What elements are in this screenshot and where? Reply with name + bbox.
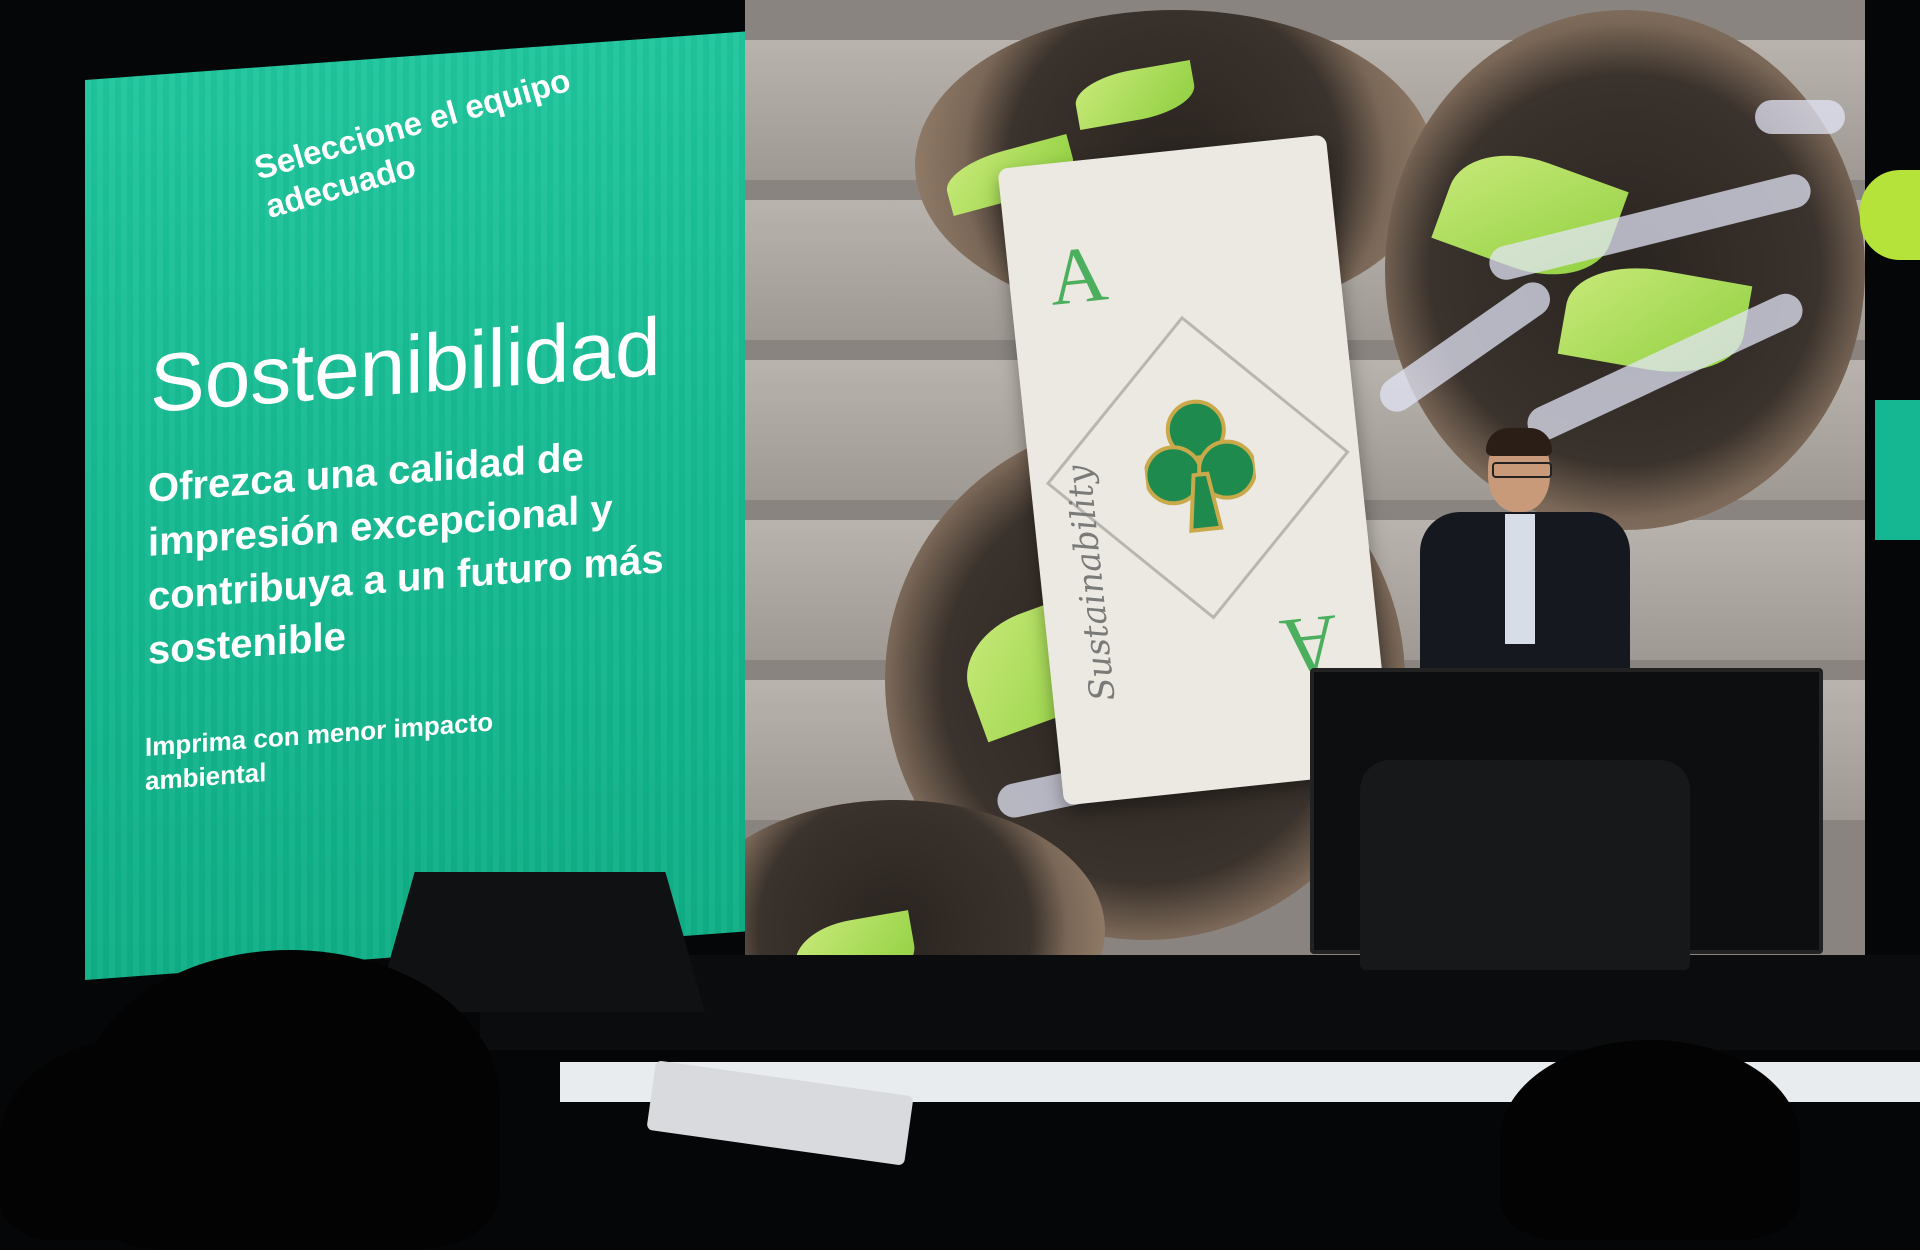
audience-head	[1500, 1040, 1800, 1240]
conference-scene: Seleccione el equipo adecuado Sostenibil…	[0, 0, 1920, 1250]
presenter-hair	[1486, 428, 1552, 456]
audience-head	[0, 1040, 260, 1240]
presenter-glasses	[1492, 462, 1552, 478]
screen-edge-accent	[1860, 170, 1920, 260]
presenter	[1420, 428, 1630, 692]
presenter-shirt	[1505, 514, 1535, 644]
slide-body-text: Ofrezca una calidad de impresión excepci…	[148, 435, 664, 673]
monitor-cover	[1360, 760, 1690, 970]
decorative-swoosh	[1755, 100, 1845, 134]
screen-edge-accent	[1875, 400, 1920, 540]
card-rank-top: A	[1044, 229, 1112, 323]
club-icon	[1143, 399, 1258, 533]
